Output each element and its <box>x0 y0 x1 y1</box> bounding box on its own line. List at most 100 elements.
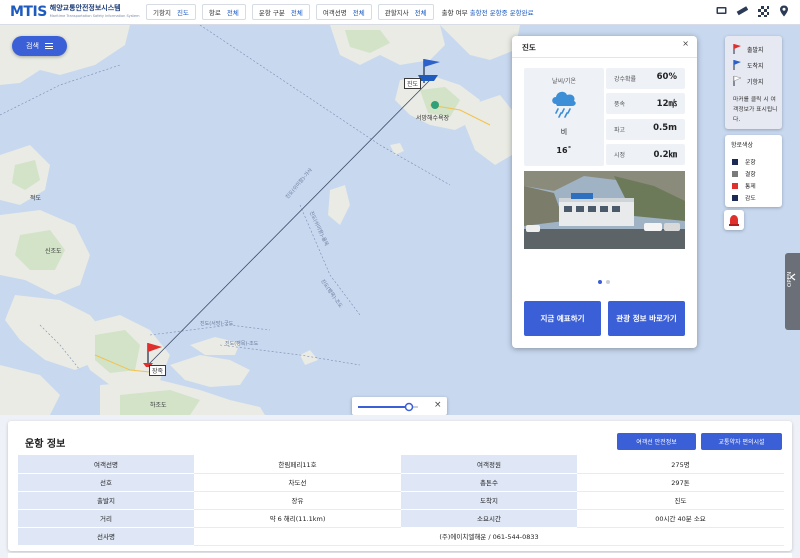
table-header-cell: 소요시간 <box>401 509 577 528</box>
zoom-control: × <box>352 397 447 415</box>
legend-label: 운항 <box>745 160 756 166</box>
filter-route[interactable]: 항로 전체 <box>201 4 246 20</box>
map-view[interactable]: 검색 진도 서망해수욕장 적도 신조도 장죽 하조도 진도(쉬미항)-가사 진도… <box>0 25 800 415</box>
tour-info-button[interactable]: 관광 정보 바로가기 <box>608 301 685 336</box>
map-label-jindo[interactable]: 진도 <box>404 78 422 89</box>
search-button[interactable]: 검색 <box>12 36 67 56</box>
legend-label: 출발지 <box>747 46 764 54</box>
logo[interactable]: MTIS 해양교통안전정보시스템 Maritime Transportation… <box>10 4 140 20</box>
weather-label: 날씨/기온 <box>551 78 577 85</box>
filter-ship[interactable]: 여객선명 전체 <box>315 4 372 20</box>
port-photo[interactable] <box>524 171 685 249</box>
filter-value: 출항전 운항중 운항완료 <box>469 9 534 17</box>
filter-label: 관할지사 <box>384 9 409 17</box>
blue-flag-icon <box>733 60 741 70</box>
marker-legend: 출발지 도착지 기항지 마커를 클릭 시 여객정보가 표시됩니다. <box>725 36 782 129</box>
filter-branch[interactable]: 관할지사 전체 <box>377 4 434 20</box>
stat-label: 시정 <box>614 152 626 159</box>
stat-rain-probability: 강수확률 60% <box>606 68 685 89</box>
table-row: 출발지 장유 도착지 진도 <box>18 491 784 510</box>
legend-status-reduced: 감도 <box>732 193 756 202</box>
legend-note: 마커를 클릭 시 여객정보가 표시됩니다. <box>733 97 778 123</box>
legend-title: 항로색상 <box>731 142 754 149</box>
legend-port-of-call: 기항지 <box>732 75 764 87</box>
filter-value: 전체 <box>414 9 427 17</box>
operation-info-panel: 운항 정보 여객선 안전정보 교통약자 편의시설 여객선명 한림페리11호 여객정원… <box>8 421 792 551</box>
stat-value: 12㎧ <box>656 99 677 109</box>
stat-label: 강수확률 <box>614 76 637 83</box>
filter-value: 전체 <box>290 9 303 17</box>
monitor-icon[interactable] <box>715 5 727 17</box>
filter-label: 운항 구분 <box>258 9 285 17</box>
stat-wave-height: 파고 0.5m <box>606 119 685 140</box>
map-label-sinjo: 신조도 <box>45 248 62 255</box>
map-label-hajodo: 하조도 <box>150 402 167 409</box>
legend-label: 기항지 <box>747 78 764 86</box>
legend-label: 결항 <box>745 172 756 178</box>
menu-icon <box>44 43 53 49</box>
route-color-legend: 항로색상 운항 결항 통제 감도 <box>725 135 782 207</box>
map-label-jangjuk[interactable]: 장죽 <box>149 365 167 376</box>
reserve-button[interactable]: 지금 예표하기 <box>524 301 601 336</box>
close-icon[interactable]: × <box>434 400 442 410</box>
legend-status-controlled: 통제 <box>732 181 756 190</box>
table-cell: (주)에이치엘해운 / 061-544-0833 <box>194 527 784 546</box>
color-swatch <box>732 158 738 165</box>
location-pin-icon[interactable] <box>778 5 790 17</box>
bottom-strip <box>8 553 792 558</box>
red-flag-icon <box>733 44 741 54</box>
carousel-dot[interactable] <box>606 280 610 284</box>
filter-operation[interactable]: 운항 구분 전체 <box>251 4 310 20</box>
open-label: OPEN <box>787 271 793 287</box>
map-label-jeoldo: 적도 <box>30 195 42 202</box>
panel-title: 운항 정보 <box>25 439 66 450</box>
filter-bar: 기항지 진도 항로 전체 운항 구분 전체 여객선명 전체 관할지사 전체 출항 여부 출… <box>146 4 534 20</box>
table-cell: 약 6 해리(11.1km) <box>194 509 401 528</box>
legend-status-cancelled: 결항 <box>732 169 756 178</box>
filter-value: 전체 <box>352 9 365 17</box>
search-label: 검색 <box>26 42 39 50</box>
siren-icon[interactable] <box>724 210 744 230</box>
map-label-seomang: 서망해수욕장 <box>416 115 450 122</box>
legend-label: 도착지 <box>747 62 764 70</box>
weather-card: 날씨/기온 비 16˚ <box>524 68 604 166</box>
table-header-cell: 총톤수 <box>401 473 577 492</box>
legend-label: 통제 <box>745 184 756 190</box>
legend-status-operating: 운항 <box>732 157 756 166</box>
open-panel-tab[interactable]: OPEN <box>785 253 800 330</box>
filter-port[interactable]: 기항지 진도 <box>146 4 196 20</box>
checker-icon[interactable] <box>757 5 769 17</box>
table-row: 여객선명 한림페리11호 여객정원 275명 <box>18 455 784 474</box>
safety-info-button[interactable]: 여객선 안전정보 <box>617 433 696 450</box>
table-cell: 275명 <box>577 455 784 474</box>
table-cell: 한림페리11호 <box>194 455 401 474</box>
map-label-route: 진도(서망)-국도 <box>200 321 234 327</box>
stat-label: 풍속 <box>614 101 626 108</box>
carousel-dots <box>598 280 610 284</box>
legend-label: 감도 <box>745 196 756 202</box>
ruler-icon[interactable] <box>736 5 748 17</box>
zoom-handle[interactable] <box>404 402 414 412</box>
filter-departure-status[interactable]: 출항 여부 출항전 운항중 운항완료 <box>442 7 534 17</box>
stat-value: 0.5m <box>653 123 677 133</box>
filter-label: 여객선명 <box>322 9 347 17</box>
facilities-button[interactable]: 교통약자 편의시설 <box>701 433 782 450</box>
stat-value: 60% <box>656 72 677 82</box>
table-row: 선사명 (주)에이치엘해운 / 061-544-0833 <box>18 527 784 546</box>
carousel-dot[interactable] <box>598 280 602 284</box>
table-header-cell: 선사명 <box>18 527 194 546</box>
logo-subtitle: Maritime Transportation Safety Informati… <box>49 14 140 18</box>
top-header: MTIS 해양교통안전정보시스템 Maritime Transportation… <box>0 0 800 25</box>
filter-value: 진도 <box>176 9 189 17</box>
legend-arrival: 도착지 <box>732 59 764 71</box>
color-swatch <box>732 194 738 201</box>
zoom-slider[interactable] <box>352 397 447 415</box>
table-cell: 00시간 40분 소요 <box>577 509 784 528</box>
white-flag-icon <box>733 75 742 86</box>
table-header-cell: 도착지 <box>401 491 577 510</box>
table-header-cell: 여객정원 <box>401 455 577 474</box>
close-icon[interactable]: × <box>682 39 689 48</box>
table-header-cell: 여객선명 <box>18 455 194 474</box>
map-label-route: 진도(팽목)-조도 <box>225 341 259 347</box>
filter-label: 출항 여부 <box>441 9 468 17</box>
